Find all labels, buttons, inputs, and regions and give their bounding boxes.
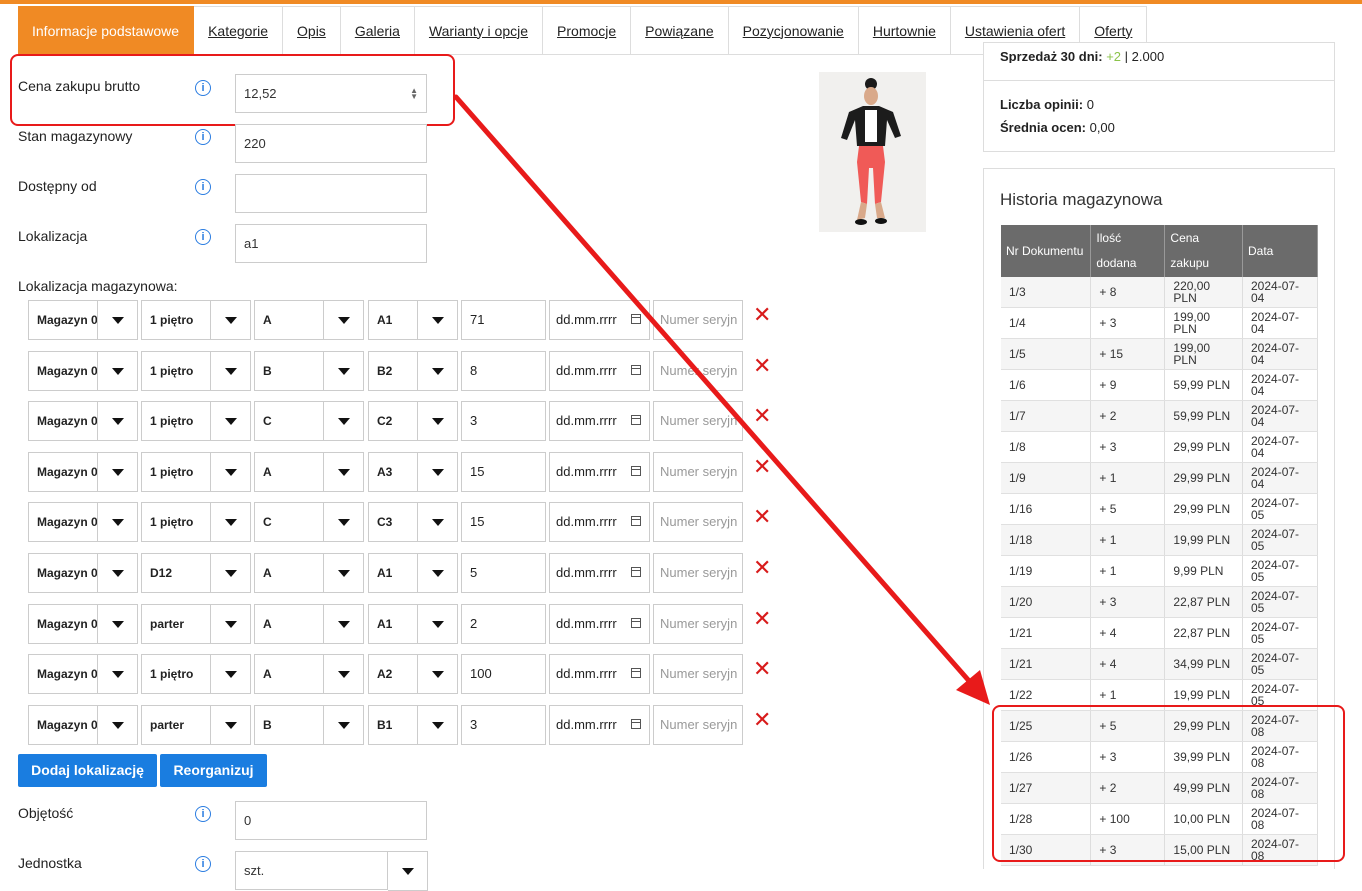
annotation-arrow xyxy=(453,94,990,705)
